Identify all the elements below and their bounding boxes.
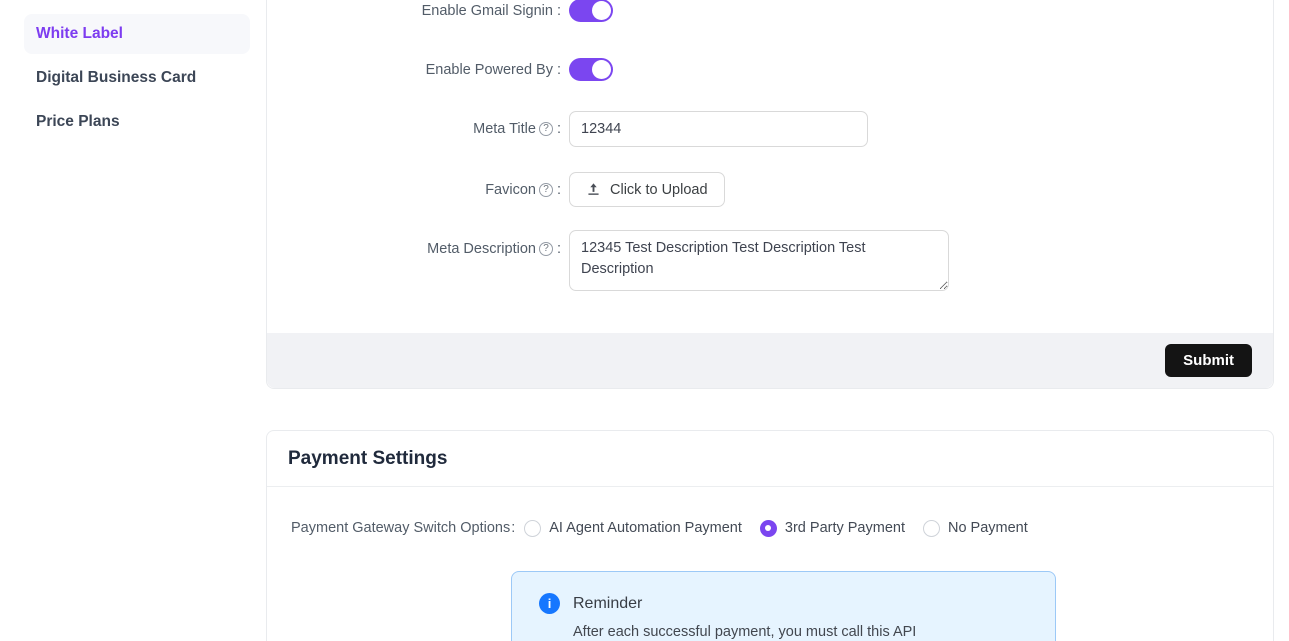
help-icon[interactable]: ?	[539, 242, 553, 256]
payment-settings-card: Payment Settings Payment Gateway Switch …	[266, 430, 1274, 641]
powered-by-toggle[interactable]	[569, 58, 613, 81]
favicon-upload-button[interactable]: Click to Upload	[569, 172, 725, 207]
powered-by-row: Enable Powered By:	[267, 58, 1273, 81]
payment-settings-title: Payment Settings	[288, 448, 447, 470]
submit-button[interactable]: Submit	[1165, 344, 1252, 377]
meta-title-input[interactable]	[569, 111, 868, 147]
form-footer: Submit	[267, 333, 1273, 388]
powered-by-label-text: Enable Powered By	[426, 62, 553, 78]
radio-option-no-payment[interactable]: No Payment	[923, 520, 1028, 537]
reminder-alert: i Reminder After each successful payment…	[511, 571, 1056, 641]
meta-description-row: Meta Description ?: 12345 Test Descripti…	[267, 230, 1273, 291]
white-label-form-card: Enable Gmail Signin: Enable Powered By: …	[266, 0, 1274, 389]
radio-option-3rd-party-payment[interactable]: 3rd Party Payment	[760, 520, 905, 537]
gmail-signin-toggle[interactable]	[569, 0, 613, 22]
favicon-upload-label: Click to Upload	[610, 182, 708, 198]
favicon-label-text: Favicon	[485, 182, 536, 198]
meta-description-label: Meta Description ?:	[267, 230, 561, 267]
powered-by-label: Enable Powered By:	[267, 58, 561, 81]
radio-circle[interactable]	[923, 520, 940, 537]
white-label-settings-page: White Label Digital Business Card Price …	[0, 0, 1289, 641]
payment-gateway-radio-group: AI Agent Automation Payment 3rd Party Pa…	[524, 520, 1028, 537]
upload-icon	[586, 182, 601, 197]
help-icon[interactable]: ?	[539, 183, 553, 197]
radio-label: 3rd Party Payment	[785, 520, 905, 536]
info-icon: i	[539, 593, 560, 614]
payment-settings-header: Payment Settings	[267, 431, 1273, 487]
gmail-signin-label: Enable Gmail Signin:	[267, 0, 561, 22]
label-colon: :	[557, 3, 561, 19]
meta-title-label: Meta Title ?:	[267, 111, 561, 147]
payment-gateway-label: Payment Gateway Switch Options:	[291, 520, 515, 536]
meta-title-row: Meta Title ?:	[267, 111, 1273, 147]
radio-option-ai-agent-automation-payment[interactable]: AI Agent Automation Payment	[524, 520, 742, 537]
radio-label: AI Agent Automation Payment	[549, 520, 742, 536]
sidebar-item-digital-business-card[interactable]: Digital Business Card	[24, 58, 250, 98]
radio-circle[interactable]	[524, 520, 541, 537]
favicon-row: Favicon ?: Click to Upload	[267, 172, 1273, 207]
settings-sidebar: White Label Digital Business Card Price …	[24, 14, 250, 146]
radio-circle-selected[interactable]	[760, 520, 777, 537]
gmail-signin-row: Enable Gmail Signin:	[267, 0, 1273, 22]
sidebar-item-white-label[interactable]: White Label	[24, 14, 250, 54]
label-colon: :	[557, 241, 561, 257]
favicon-label: Favicon ?:	[267, 172, 561, 207]
help-icon[interactable]: ?	[539, 122, 553, 136]
label-colon: :	[511, 520, 515, 536]
meta-description-textarea[interactable]: 12345 Test Description Test Description …	[569, 230, 949, 291]
meta-description-label-text: Meta Description	[427, 241, 536, 257]
reminder-title: Reminder	[573, 595, 642, 613]
payment-gateway-row: Payment Gateway Switch Options: AI Agent…	[291, 513, 1028, 543]
meta-title-label-text: Meta Title	[473, 121, 536, 137]
reminder-body: After each successful payment, you must …	[573, 624, 916, 640]
label-colon: :	[557, 121, 561, 137]
sidebar-item-price-plans[interactable]: Price Plans	[24, 102, 250, 142]
label-colon: :	[557, 62, 561, 78]
gmail-signin-label-text: Enable Gmail Signin	[422, 3, 553, 19]
radio-label: No Payment	[948, 520, 1028, 536]
payment-gateway-label-text: Payment Gateway Switch Options	[291, 520, 510, 536]
label-colon: :	[557, 182, 561, 198]
